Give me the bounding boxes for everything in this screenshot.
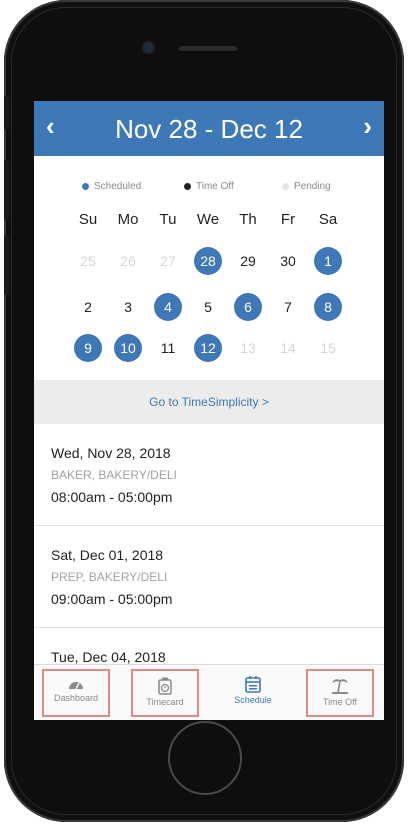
front-camera bbox=[144, 43, 153, 52]
calendar-day[interactable]: 14 bbox=[274, 334, 302, 362]
legend-time-off: Time Off bbox=[184, 181, 234, 192]
shift-date: Wed, Nov 28, 2018 bbox=[51, 445, 171, 461]
shift-date: Sat, Dec 01, 2018 bbox=[51, 547, 164, 563]
weekday-su: Su bbox=[78, 211, 98, 228]
tab-dashboard-label: Dashboard bbox=[53, 693, 99, 703]
weekday-tu: Tu bbox=[159, 211, 177, 228]
shift-date: Tue, Dec 04, 2018 bbox=[51, 649, 166, 665]
calendar-day[interactable]: 29 bbox=[234, 247, 262, 275]
calendar-day[interactable]: 27 bbox=[154, 247, 182, 275]
shift-role: BAKER, BAKERY/DELI bbox=[51, 468, 177, 482]
tab-time-off-label: Time Off bbox=[322, 697, 357, 707]
calendar-day[interactable]: 25 bbox=[74, 247, 102, 275]
weekday-th: Th bbox=[239, 211, 257, 228]
tab-time-off[interactable]: Time Off bbox=[306, 669, 374, 717]
calendar-day[interactable]: 30 bbox=[274, 247, 302, 275]
calendar-day[interactable]: 8 bbox=[314, 293, 342, 321]
weekday-we: We bbox=[196, 211, 220, 228]
calendar-day[interactable]: 2 bbox=[74, 293, 102, 321]
calendar-day[interactable]: 9 bbox=[74, 334, 102, 362]
volume-up-button bbox=[4, 160, 9, 220]
pending-dot-icon bbox=[282, 183, 289, 190]
calendar-day[interactable]: 6 bbox=[234, 293, 262, 321]
calendar-day[interactable]: 10 bbox=[114, 334, 142, 362]
go-to-timesimplicity-link[interactable]: Go to TimeSimplicity > bbox=[34, 380, 384, 424]
calendar-day[interactable]: 5 bbox=[194, 293, 222, 321]
time-off-beach-icon bbox=[332, 679, 348, 694]
calendar-day[interactable]: 3 bbox=[114, 293, 142, 321]
schedule-header: ‹ Nov 28 - Dec 12 › bbox=[34, 101, 384, 156]
shift-role: PREP, BAKERY/DELI bbox=[51, 570, 168, 584]
calendar-day[interactable]: 4 bbox=[154, 293, 182, 321]
timecard-clock-icon bbox=[158, 677, 172, 695]
legend-scheduled-label: Scheduled bbox=[94, 181, 142, 192]
volume-down-button bbox=[4, 235, 9, 295]
legend-scheduled: Scheduled bbox=[82, 181, 141, 192]
date-range-title: Nov 28 - Dec 12 bbox=[115, 114, 303, 144]
legend-time-off-label: Time Off bbox=[196, 181, 234, 192]
calendar-day[interactable]: 11 bbox=[154, 334, 182, 362]
dashboard-gauge-icon bbox=[69, 682, 83, 690]
weekday-fr: Fr bbox=[280, 211, 296, 228]
tab-dashboard[interactable]: Dashboard bbox=[42, 669, 110, 717]
shift-time: 08:00am - 05:00pm bbox=[51, 489, 173, 505]
legend-pending: Pending bbox=[282, 181, 331, 192]
shift-item[interactable]: Wed, Nov 28, 2018 BAKER, BAKERY/DELI 08:… bbox=[34, 424, 384, 526]
tab-timecard[interactable]: Timecard bbox=[131, 669, 199, 717]
calendar-day[interactable]: 12 bbox=[194, 334, 222, 362]
calendar-day[interactable]: 15 bbox=[314, 334, 342, 362]
next-period-button[interactable]: › bbox=[363, 111, 372, 142]
app-screen: ‹ Nov 28 - Dec 12 › Scheduled Time Off P… bbox=[34, 101, 384, 720]
scheduled-dot-icon bbox=[82, 183, 89, 190]
earpiece-speaker bbox=[179, 46, 237, 51]
calendar-day[interactable]: 7 bbox=[274, 293, 302, 321]
time-off-dot-icon bbox=[184, 183, 191, 190]
schedule-calendar-icon bbox=[245, 676, 261, 693]
home-button[interactable] bbox=[168, 721, 242, 795]
tab-schedule[interactable]: Schedule bbox=[219, 669, 287, 717]
mute-switch bbox=[4, 96, 9, 130]
shift-time: 09:00am - 05:00pm bbox=[51, 591, 173, 607]
legend-pending-label: Pending bbox=[294, 181, 331, 192]
calendar-day[interactable]: 28 bbox=[194, 247, 222, 275]
weekday-mo: Mo bbox=[117, 211, 139, 228]
calendar-day[interactable]: 13 bbox=[234, 334, 262, 362]
weekday-sa: Sa bbox=[318, 211, 338, 228]
tab-timecard-label: Timecard bbox=[146, 697, 184, 707]
calendar-day[interactable]: 26 bbox=[114, 247, 142, 275]
bottom-tab-bar: Dashboard Timecard Schedule Time Off bbox=[34, 664, 384, 720]
calendar-day[interactable]: 1 bbox=[314, 247, 342, 275]
shift-item[interactable]: Sat, Dec 01, 2018 PREP, BAKERY/DELI 09:0… bbox=[34, 526, 384, 628]
tab-schedule-label: Schedule bbox=[234, 695, 272, 705]
